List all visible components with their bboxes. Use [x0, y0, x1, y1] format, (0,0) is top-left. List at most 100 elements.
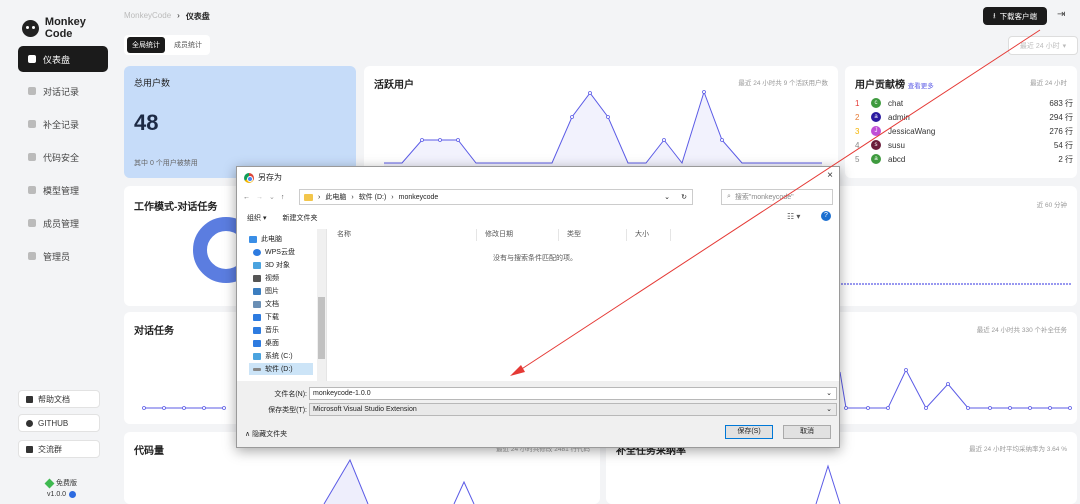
- breadcrumb-separator: ›: [177, 11, 180, 20]
- active-users-chart: [384, 90, 822, 178]
- dialog-footer: 文件名(N): monkeycode-1.0.0 ⌄ 保存类型(T): Micro…: [237, 381, 839, 447]
- dashboard-icon: [28, 55, 36, 63]
- path-segment[interactable]: 此电脑: [325, 192, 346, 202]
- sidebar: Monkey Code 仪表盘 对话记录 补全记录 代码安全 模型管理 成员管理…: [0, 0, 116, 504]
- contrib-title: 用户贡献榜 查看更多: [855, 80, 934, 91]
- recent-chevron-icon[interactable]: ⌄: [269, 193, 275, 201]
- tab-global-stats[interactable]: 全局统计: [127, 37, 165, 53]
- download-icon: ⭳: [992, 10, 996, 20]
- tree-item-desktop[interactable]: 桌面: [253, 337, 279, 349]
- breadcrumb-root[interactable]: MonkeyCode: [124, 11, 171, 22]
- tree-item-this-pc[interactable]: 此电脑: [249, 233, 282, 245]
- avatar: c: [871, 98, 881, 108]
- document-icon: [28, 120, 36, 128]
- scrollbar-thumb[interactable]: [318, 297, 325, 359]
- time-range-select[interactable]: 最近 24 小时 ▾: [1008, 36, 1078, 55]
- group-icon: [26, 445, 33, 453]
- breadcrumb: MonkeyCode › 仪表盘: [124, 11, 210, 22]
- filetype-label: 保存类型(T):: [268, 406, 307, 414]
- address-dropdown-icon[interactable]: ⌄: [664, 193, 670, 201]
- avatar: s: [871, 140, 881, 150]
- save-button[interactable]: 保存(S): [725, 425, 773, 439]
- contrib-card: 用户贡献榜 查看更多 最近 24 小时 1 c chat 683 行 2 a admin 2…: [845, 66, 1077, 178]
- organize-button[interactable]: 组织 ▾: [247, 213, 266, 223]
- sidebar-item-models[interactable]: 模型管理: [18, 177, 108, 203]
- picture-icon: [253, 287, 261, 295]
- tree-item-drive-c[interactable]: 系统 (C:): [253, 350, 293, 362]
- column-size[interactable]: 大小: [627, 229, 671, 241]
- hide-folders-toggle[interactable]: ∧ 隐藏文件夹: [245, 429, 287, 439]
- column-name[interactable]: 名称: [329, 229, 477, 241]
- folder-tree: 此电脑 WPS云盘 3D 对象 视频 图片 文档 下载 音乐 桌面 系统 (C:…: [237, 229, 327, 381]
- chevron-down-icon[interactable]: ⌄: [826, 388, 832, 399]
- tree-item-music[interactable]: 音乐: [253, 324, 279, 336]
- cancel-button[interactable]: 取消: [783, 425, 831, 439]
- filetype-select[interactable]: Microsoft Visual Studio Extension ⌄: [309, 403, 837, 416]
- download-client-button[interactable]: ⭳ 下载客户端: [983, 7, 1047, 25]
- column-type[interactable]: 类型: [559, 229, 627, 241]
- chevron-down-icon[interactable]: ⌄: [826, 404, 832, 415]
- path-segment[interactable]: 软件 (D:): [359, 192, 387, 202]
- github-button[interactable]: GITHUB: [18, 414, 100, 432]
- cube-icon: [253, 261, 261, 269]
- refresh-icon[interactable]: ↻: [681, 193, 687, 201]
- help-icon[interactable]: ?: [821, 211, 831, 221]
- tree-item-pictures[interactable]: 图片: [253, 285, 279, 297]
- list-item: 1 c chat 683 行: [855, 98, 1073, 108]
- list-item: 2 a admin 294 行: [855, 112, 1073, 122]
- close-icon[interactable]: ×: [827, 170, 833, 181]
- search-input[interactable]: ⌕ 搜索"monkeycode": [721, 189, 833, 205]
- view-more-link[interactable]: 查看更多: [908, 83, 934, 90]
- community-button[interactable]: 交流群: [18, 440, 100, 458]
- address-bar[interactable]: › 此电脑 › 软件 (D:) › monkeycode ⌄ ↻: [299, 189, 693, 205]
- sidebar-item-completion-records[interactable]: 补全记录: [18, 111, 108, 137]
- user-icon: [28, 252, 36, 260]
- download-icon: [253, 313, 261, 321]
- logout-icon[interactable]: ⇥: [1057, 9, 1065, 20]
- filename-input[interactable]: monkeycode-1.0.0 ⌄: [309, 387, 837, 400]
- view-options-icon[interactable]: ☷ ▾: [787, 212, 800, 221]
- sidebar-item-chat-records[interactable]: 对话记录: [18, 78, 108, 104]
- sidebar-item-admins[interactable]: 管理员: [18, 243, 108, 269]
- update-icon: [69, 491, 77, 498]
- help-docs-button[interactable]: 帮助文档: [18, 390, 100, 408]
- forward-arrow-icon[interactable]: →: [256, 194, 263, 201]
- avatar: J: [871, 126, 881, 136]
- tree-item-videos[interactable]: 视频: [253, 272, 279, 284]
- sidebar-item-code-security[interactable]: 代码安全: [18, 144, 108, 170]
- desktop-icon: [253, 339, 261, 347]
- tree-item-3d-objects[interactable]: 3D 对象: [253, 259, 290, 271]
- logo[interactable]: Monkey Code: [22, 16, 116, 40]
- tree-item-drive-d[interactable]: 软件 (D:): [249, 363, 313, 375]
- cloud-icon: [253, 248, 261, 256]
- users-icon: [28, 219, 36, 227]
- total-users-value: 48: [134, 110, 159, 135]
- tree-item-documents[interactable]: 文档: [253, 298, 279, 310]
- total-users-card: 总用户数 48 其中 0 个用户被禁用: [124, 66, 356, 178]
- shield-icon: [28, 153, 36, 161]
- search-icon: ⌕: [727, 193, 731, 200]
- dialog-title-bar: 另存为: [244, 172, 282, 183]
- list-item: 3 J JessicaWang 276 行: [855, 126, 1073, 136]
- filename-row: 文件名(N): monkeycode-1.0.0 ⌄: [237, 387, 839, 400]
- list-item: 4 s susu 54 行: [855, 140, 1073, 150]
- tree-scrollbar[interactable]: [317, 229, 326, 381]
- file-list-header: 名称 修改日期 类型 大小: [329, 229, 839, 241]
- model-icon: [28, 186, 36, 194]
- sidebar-item-dashboard[interactable]: 仪表盘: [18, 46, 108, 72]
- new-folder-button[interactable]: 新建文件夹: [282, 213, 317, 223]
- tree-item-downloads[interactable]: 下载: [253, 311, 279, 323]
- computer-icon: [249, 235, 257, 243]
- path-segment[interactable]: monkeycode: [399, 194, 439, 201]
- avatar: a: [871, 154, 881, 164]
- chevron-down-icon: ▾: [1062, 42, 1067, 50]
- sidebar-item-members[interactable]: 成员管理: [18, 210, 108, 236]
- tree-item-wps-cloud[interactable]: WPS云盘: [253, 246, 295, 258]
- tab-member-stats[interactable]: 成员统计: [169, 37, 207, 53]
- breadcrumb-current: 仪表盘: [185, 12, 210, 21]
- column-modified[interactable]: 修改日期: [477, 229, 559, 241]
- contrib-subtitle: 最近 24 小时: [1030, 80, 1067, 87]
- up-arrow-icon[interactable]: ↑: [281, 194, 285, 201]
- back-arrow-icon[interactable]: ←: [243, 194, 250, 201]
- chat-icon: [28, 87, 36, 95]
